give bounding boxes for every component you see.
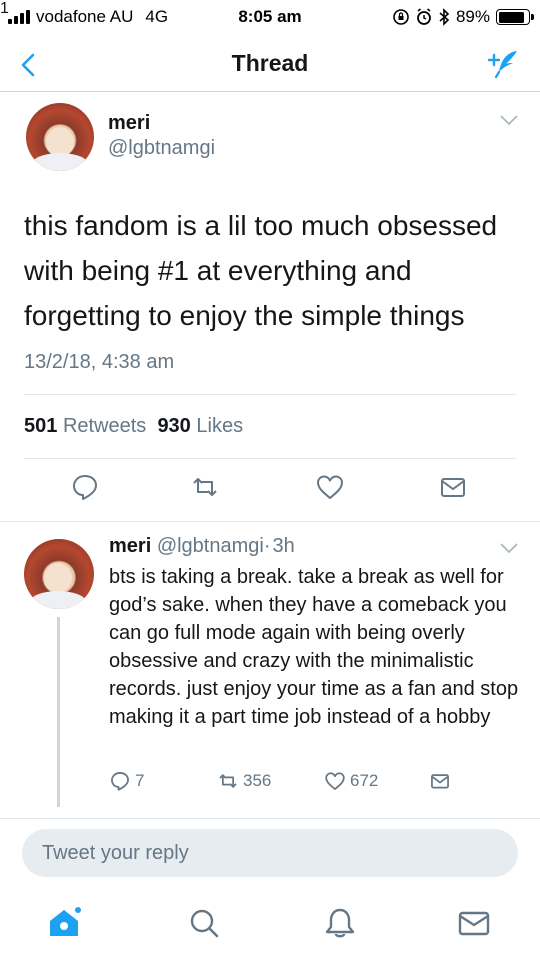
reply-actions: 7 356 672 — [109, 770, 469, 798]
message-button[interactable] — [429, 770, 451, 792]
orientation-lock-icon — [393, 9, 409, 25]
alarm-icon — [417, 8, 431, 25]
author-name[interactable]: meri — [109, 535, 151, 557]
reply-header: meri @lgbtnamgi· 3h — [109, 535, 295, 558]
compose-tweet-icon[interactable] — [486, 48, 520, 80]
page-title: Thread — [231, 50, 309, 76]
tweet-stats: 501 Retweets 930 Likes — [24, 415, 243, 438]
heart-icon[interactable] — [315, 472, 345, 502]
messages-icon[interactable] — [456, 905, 492, 941]
retweet-icon — [219, 774, 237, 788]
thread-connector-line — [57, 617, 60, 807]
notifications-icon[interactable] — [322, 905, 358, 941]
like-count: 672 — [350, 771, 379, 790]
tweet-actions — [0, 470, 540, 512]
battery-icon — [496, 9, 534, 25]
tab-bar — [0, 885, 540, 960]
retweet-icon[interactable] — [190, 472, 220, 502]
author-handle[interactable]: @lgbtnamgi — [157, 535, 264, 557]
reply-icon — [111, 772, 129, 791]
divider — [0, 521, 540, 522]
chevron-down-icon[interactable] — [498, 112, 520, 128]
reply-input[interactable] — [22, 829, 518, 877]
tweet-age: 3h — [272, 535, 295, 557]
retweet-button[interactable]: 356 — [217, 770, 271, 792]
search-icon[interactable] — [186, 905, 222, 941]
tweet-timestamp: 13/2/18, 4:38 am — [24, 351, 175, 373]
heart-icon — [325, 772, 345, 790]
tweet-text: this fandom is a lil too much obsessed w… — [24, 210, 498, 331]
reply-icon[interactable] — [70, 472, 100, 502]
battery-percent: 89% — [455, 7, 490, 26]
chevron-down-icon[interactable] — [498, 540, 520, 556]
bluetooth-icon — [439, 8, 450, 26]
retweet-count: 356 — [243, 771, 272, 790]
direct-message-icon[interactable] — [438, 472, 468, 502]
divider — [0, 818, 540, 819]
avatar[interactable] — [26, 103, 94, 171]
home-icon[interactable] — [46, 905, 82, 941]
nav-bar: Thread — [0, 36, 540, 92]
divider — [24, 458, 516, 459]
battery-level — [498, 11, 525, 23]
retweets-label[interactable]: Retweets — [63, 415, 146, 437]
separator-dot: · — [263, 535, 271, 557]
retweets-count[interactable]: 501 — [24, 415, 57, 437]
author-name[interactable]: meri — [108, 112, 150, 135]
reply-button[interactable]: 7 — [109, 770, 144, 792]
author-handle[interactable]: @lgbtnamgi — [108, 137, 215, 160]
likes-count[interactable]: 930 — [157, 415, 190, 437]
status-bar: vodafone AU 4G 8:05 am 89% — [0, 0, 540, 36]
divider — [24, 394, 516, 395]
reply-text: bts is taking a break. take a break as w… — [109, 566, 519, 728]
avatar[interactable] — [24, 539, 94, 609]
reply-count: 7 — [135, 771, 145, 790]
like-button[interactable]: 672 — [324, 770, 378, 792]
likes-label[interactable]: Likes — [196, 415, 243, 437]
direct-message-icon — [431, 774, 449, 789]
